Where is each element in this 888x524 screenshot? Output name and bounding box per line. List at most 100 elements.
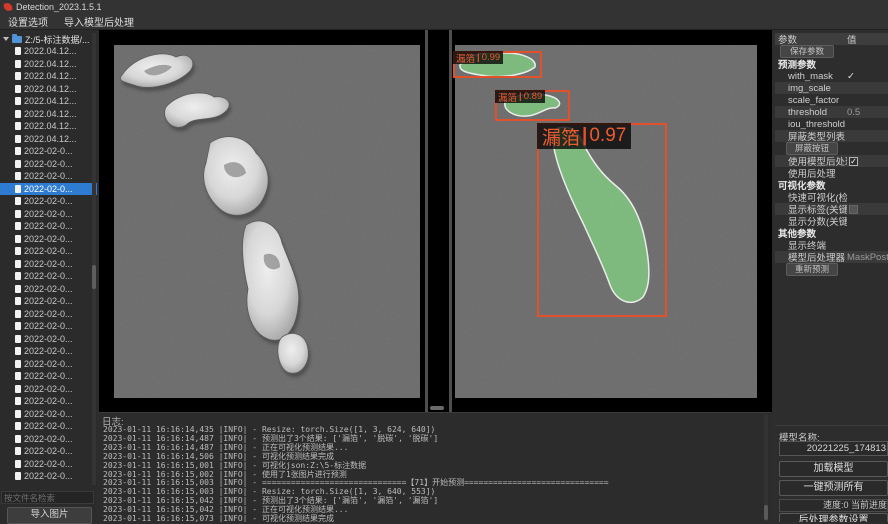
tree-item-label: 2022.04.12... xyxy=(24,96,77,106)
tree-item[interactable]: 2022.04.12... xyxy=(0,108,97,121)
detection-label-0: 漏箔|0.99 xyxy=(453,51,503,64)
search-input[interactable] xyxy=(1,491,94,504)
tree-item-label: 2022-02-0... xyxy=(24,209,73,219)
tree-item-label: 2022.04.12... xyxy=(24,59,77,69)
param-checkbox[interactable] xyxy=(849,205,858,214)
tree-item[interactable]: 2022-02-0... xyxy=(0,408,97,421)
tree-item[interactable]: 2022-02-0... xyxy=(0,358,97,371)
param-row[interactable]: threshold0.5 xyxy=(775,106,888,118)
param-row[interactable]: 屏蔽类型列表 xyxy=(775,130,888,142)
tree-item[interactable]: 2022-02-0... xyxy=(0,295,97,308)
prediction-image-view[interactable]: 漏箔|0.99漏箔|0.89漏箔|0.97 xyxy=(455,45,757,398)
detection-class-name: 漏箔 xyxy=(542,123,580,150)
detection-box-1: 漏箔|0.89 xyxy=(495,90,570,121)
original-image xyxy=(114,45,420,398)
param-checkbox[interactable]: ✓ xyxy=(849,157,858,166)
file-icon xyxy=(15,360,21,368)
model-name-field[interactable]: 20221225_174813 xyxy=(779,441,888,456)
tree-scrollbar[interactable] xyxy=(92,33,96,485)
tree-item[interactable]: 2022-02-0... xyxy=(0,195,97,208)
tree-item[interactable]: 2022-02-0... xyxy=(0,183,97,196)
tree-item[interactable]: 2022-02-0... xyxy=(0,245,97,258)
value-col-header: 值 xyxy=(847,32,857,46)
tree-item-list: 2022.04.12...2022.04.12...2022.04.12...2… xyxy=(0,45,97,483)
view-splitter[interactable] xyxy=(449,30,452,412)
log-scrollbar-thumb[interactable] xyxy=(764,505,768,520)
tree-item-label: 2022-02-0... xyxy=(24,471,73,481)
original-image-view[interactable] xyxy=(114,45,420,398)
splitter-handle[interactable] xyxy=(430,406,444,410)
tree-item[interactable]: 2022-02-0... xyxy=(0,420,97,433)
tree-item[interactable]: 2022-02-0... xyxy=(0,345,97,358)
tree-item[interactable]: 2022-02-0... xyxy=(0,383,97,396)
tree-item[interactable]: 2022-02-0... xyxy=(0,395,97,408)
tree-item[interactable]: 2022-02-0... xyxy=(0,270,97,283)
param-name: with_mask xyxy=(775,71,847,82)
tree-item[interactable]: 2022-02-0... xyxy=(0,233,97,246)
tree-item[interactable]: 2022.04.12... xyxy=(0,83,97,96)
left-view-scrollbar[interactable] xyxy=(425,30,428,412)
tree-item[interactable]: 2022.04.12... xyxy=(0,120,97,133)
file-icon xyxy=(15,72,21,80)
param-button[interactable]: 重新预测 xyxy=(786,263,838,276)
tree-item-label: 2022.04.12... xyxy=(24,134,77,144)
tree-item[interactable]: 2022-02-0... xyxy=(0,208,97,221)
tree-scrollbar-thumb[interactable] xyxy=(92,265,96,289)
log-line: 2023-01-11 16:16:15,073 |INFO| - 可视化预测结果… xyxy=(103,515,609,522)
tree-item-label: 2022-02-0... xyxy=(24,221,73,231)
tree-item[interactable]: 2022.04.12... xyxy=(0,58,97,71)
speed-progress-text: 速度:0 当前进度 xyxy=(779,499,888,512)
menu-item-0[interactable]: 设置选项 xyxy=(8,14,48,29)
load-model-button[interactable]: 加载模型 xyxy=(779,461,888,477)
tree-item[interactable]: 2022-02-0... xyxy=(0,145,97,158)
tree-item-label: 2022-02-0... xyxy=(24,446,73,456)
tree-item[interactable]: 2022-02-0... xyxy=(0,158,97,171)
tree-item[interactable]: 2022.04.12... xyxy=(0,70,97,83)
file-icon xyxy=(15,435,21,443)
postprocess-settings-button[interactable]: 后处理参数设置 xyxy=(779,513,888,522)
tree-item[interactable]: 2022-02-0... xyxy=(0,470,97,483)
tree-item-label: 2022-02-0... xyxy=(24,271,73,281)
tree-item-label: 2022-02-0... xyxy=(24,234,73,244)
param-row[interactable]: scale_factor xyxy=(775,94,888,106)
import-images-button[interactable]: 导入图片 xyxy=(7,507,92,524)
tree-item[interactable]: 2022-02-0... xyxy=(0,320,97,333)
predict-all-button[interactable]: 一键预测所有 xyxy=(779,480,888,496)
tree-item[interactable]: 2022-02-0... xyxy=(0,433,97,446)
param-name: scale_factor xyxy=(775,95,847,106)
param-row[interactable]: img_scale xyxy=(775,82,888,94)
param-row[interactable]: 使用后处理 xyxy=(775,167,888,179)
log-scrollbar[interactable] xyxy=(764,415,768,521)
tree-item[interactable]: 2022-02-0... xyxy=(0,220,97,233)
tree-item-label: 2022-02-0... xyxy=(24,146,73,156)
param-row[interactable]: 模型后处理器MaskPostPro xyxy=(775,251,888,263)
tree-item[interactable]: 2022.04.12... xyxy=(0,95,97,108)
detection-box-0: 漏箔|0.99 xyxy=(453,51,542,78)
tree-item[interactable]: 2022-02-0... xyxy=(0,258,97,271)
param-row[interactable]: with_mask✓ xyxy=(775,70,888,82)
tree-item[interactable]: 2022-02-0... xyxy=(0,370,97,383)
tree-item-label: 2022-02-0... xyxy=(24,196,73,206)
expand-arrow-icon[interactable] xyxy=(3,37,9,41)
file-icon xyxy=(15,447,21,455)
file-icon xyxy=(15,472,21,480)
log-lines[interactable]: 2023-01-11 16:16:14,435 |INFO| - Resize:… xyxy=(103,426,609,522)
tree-item[interactable]: 2022.04.12... xyxy=(0,45,97,58)
tree-item-label: 2022.04.12... xyxy=(24,71,77,81)
detection-layer: 漏箔|0.99漏箔|0.89漏箔|0.97 xyxy=(455,45,757,398)
param-row[interactable]: 显示分数(关键点) xyxy=(775,215,888,227)
tree-item[interactable]: 2022-02-0... xyxy=(0,445,97,458)
tree-item[interactable]: 2022-02-0... xyxy=(0,308,97,321)
tree-item[interactable]: 2022-02-0... xyxy=(0,333,97,346)
file-icon xyxy=(15,410,21,418)
file-icon xyxy=(15,135,21,143)
menu-bar: 设置选项 导入模型后处理 xyxy=(0,14,888,30)
menu-item-1[interactable]: 导入模型后处理 xyxy=(64,14,134,29)
tree-root-folder[interactable]: Z:/5-标注数据/... xyxy=(0,33,97,45)
tree-item[interactable]: 2022-02-0... xyxy=(0,283,97,296)
file-icon xyxy=(15,185,21,193)
tree-item[interactable]: 2022-02-0... xyxy=(0,170,97,183)
tree-item[interactable]: 2022.04.12... xyxy=(0,133,97,146)
tree-item[interactable]: 2022-02-0... xyxy=(0,458,97,471)
file-icon xyxy=(15,60,21,68)
